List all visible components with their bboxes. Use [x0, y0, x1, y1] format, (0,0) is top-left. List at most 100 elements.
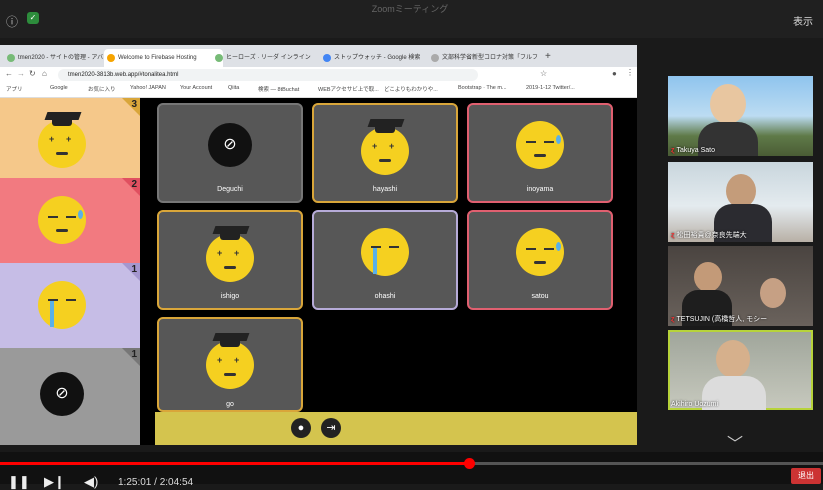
url-input[interactable]: tmen2020-3813b.web.app/#tonalitea.html: [58, 69, 478, 81]
participant-video[interactable]: ɀ 松田裕貴@奈良先端大: [668, 162, 813, 242]
tile-name: ishigo: [220, 293, 240, 300]
participant-name: Akihiro Uozumi: [671, 401, 719, 408]
participant-tile[interactable]: inoyama: [467, 103, 613, 203]
volume-icon[interactable]: ◀): [84, 474, 98, 490]
user-icon[interactable]: ●: [291, 418, 311, 438]
participant-tile[interactable]: + + go: [157, 317, 303, 412]
chevron-down-icon[interactable]: ﹀: [727, 430, 743, 454]
browser-tab-active[interactable]: Welcome to Firebase Hosting: [104, 49, 223, 67]
tile-name: ohashi: [374, 293, 396, 300]
bookmark-item[interactable]: 検索 — 8tBuchat: [258, 85, 299, 93]
person-figure: [726, 174, 756, 208]
browser-tab[interactable]: tmen2020 - サイトの管理 - アバ: [4, 49, 113, 67]
participant-gallery: ɀ Takuya Sato ɀ 松田裕貴@奈良先端大 ɀ TETSUJIN (高橋哲人…: [660, 38, 823, 458]
favicon-icon: [215, 54, 223, 62]
home-icon[interactable]: ⌂: [42, 69, 47, 78]
reload-icon[interactable]: ↻: [29, 69, 36, 78]
zoom-top-bar: ⓘ ✓ Zoomミーティング 表示: [0, 0, 823, 38]
progress-fill: [0, 462, 470, 465]
next-icon[interactable]: ▶❙: [44, 474, 65, 490]
participant-tile[interactable]: ohashi: [312, 210, 458, 310]
leave-button[interactable]: 退出: [791, 468, 821, 484]
tile-name: satou: [531, 293, 549, 300]
view-button[interactable]: 表示: [793, 13, 813, 28]
pause-icon[interactable]: ❚❚: [8, 474, 30, 490]
sad-emoji-icon: [516, 121, 564, 169]
address-bar: ← → ↻ ⌂ tmen2020-3813b.web.app/#tonalite…: [0, 67, 637, 83]
profile-icon[interactable]: ●: [612, 69, 617, 78]
shield-icon[interactable]: ✓: [27, 12, 39, 24]
web-app: 3 + + 2 1 1 ⊘ ⊘ Deguchi + + hayashi inoy…: [0, 98, 637, 445]
shared-screen: tmen2020 - サイトの管理 - アバ Welcome to Fireba…: [0, 45, 637, 445]
rank-number: 1: [131, 349, 137, 360]
participant-tile[interactable]: + + ishigo: [157, 210, 303, 310]
participant-tile[interactable]: + + hayashi: [312, 103, 458, 203]
tile-name: go: [226, 401, 234, 408]
sad-emoji-icon: [38, 196, 86, 244]
person-figure: [694, 262, 722, 292]
graduate-emoji-icon: + +: [206, 226, 254, 282]
person-figure: [716, 340, 750, 378]
participant-name: ɀ 松田裕貴@奈良先端大: [671, 232, 747, 239]
muted-mic-icon: ɀ: [671, 316, 675, 323]
forward-icon[interactable]: →: [17, 69, 25, 78]
camera-off-icon: ⊘: [208, 123, 252, 167]
ranking-board: 3 + + 2 1 1 ⊘: [0, 98, 140, 445]
bookmark-item[interactable]: Qiita: [228, 85, 239, 91]
favicon-icon: [7, 54, 15, 62]
graduate-emoji-icon: + +: [38, 112, 86, 168]
bookmark-item[interactable]: Yahoo! JAPAN: [130, 85, 166, 91]
crying-emoji-icon: [361, 228, 409, 276]
favicon-icon: [431, 54, 439, 62]
board-row: 1: [0, 263, 140, 348]
participant-name: ɀ Takuya Sato: [671, 147, 716, 154]
muted-mic-icon: ɀ: [671, 232, 675, 239]
bookmarks-bar: アプリ Google お気に入り Yahoo! JAPAN Your Accou…: [0, 83, 637, 98]
sad-emoji-icon: [516, 228, 564, 276]
crying-emoji-icon: [38, 281, 86, 329]
tile-name: hayashi: [372, 186, 398, 193]
browser-tab[interactable]: ストップウォッチ - Google 検索: [320, 49, 439, 67]
bookmark-item[interactable]: Google: [50, 85, 68, 91]
camera-off-icon: ⊘: [40, 372, 84, 416]
back-icon[interactable]: ←: [5, 69, 13, 78]
person-figure: [710, 84, 746, 124]
board-row: 3 + +: [0, 98, 140, 178]
favicon-icon: [107, 54, 115, 62]
timecode: 1:25:01 / 2:04:54: [118, 477, 194, 488]
bookmark-item[interactable]: お気に入り: [88, 85, 116, 93]
bookmark-item[interactable]: Bootstrap · The m...: [458, 85, 507, 91]
participant-tile[interactable]: ⊘ Deguchi: [157, 103, 303, 203]
bookmark-item[interactable]: 2019-1-12 Twitter/...: [526, 85, 575, 91]
browser-tab[interactable]: 文部科学省新型コロナ対策「フルフ: [428, 49, 547, 67]
participant-video-active[interactable]: Akihiro Uozumi: [668, 330, 813, 410]
favicon-icon: [323, 54, 331, 62]
participant-name: ɀ TETSUJIN (高橋哲人, モシー: [671, 316, 768, 323]
participant-tile[interactable]: satou: [467, 210, 613, 310]
new-tab-icon[interactable]: +: [545, 51, 551, 62]
bookmark-item[interactable]: Your Account: [180, 85, 212, 91]
logout-icon[interactable]: ⇥: [321, 418, 341, 438]
bookmark-item[interactable]: どこよりもわかりや...: [384, 85, 438, 93]
board-row: 1 ⊘: [0, 348, 140, 445]
rank-number: 2: [131, 179, 137, 190]
person-figure: [760, 278, 786, 308]
tile-name: inoyama: [526, 186, 554, 193]
participant-video[interactable]: ɀ Takuya Sato: [668, 76, 813, 156]
graduate-emoji-icon: + +: [206, 333, 254, 389]
browser-tab[interactable]: ヒーローズ · リーダ インライン: [212, 49, 331, 67]
bookmark-item[interactable]: WEBアクセサビ上で取...: [318, 85, 379, 93]
browser-tab-bar: tmen2020 - サイトの管理 - アバ Welcome to Fireba…: [0, 45, 637, 67]
graduate-emoji-icon: + +: [361, 119, 409, 175]
tile-name: Deguchi: [217, 186, 243, 193]
participant-video[interactable]: ɀ TETSUJIN (高橋哲人, モシー: [668, 246, 813, 326]
info-icon[interactable]: ⓘ: [6, 13, 18, 30]
rank-number: 3: [131, 99, 137, 110]
rank-number: 1: [131, 264, 137, 275]
star-icon[interactable]: ☆: [540, 69, 547, 78]
app-footer-bar: ● ⇥: [155, 412, 637, 445]
menu-icon[interactable]: ⋮: [626, 68, 634, 77]
board-row: 2: [0, 178, 140, 263]
bookmark-item[interactable]: アプリ: [6, 85, 23, 93]
window-title: Zoomミーティング: [371, 4, 449, 14]
